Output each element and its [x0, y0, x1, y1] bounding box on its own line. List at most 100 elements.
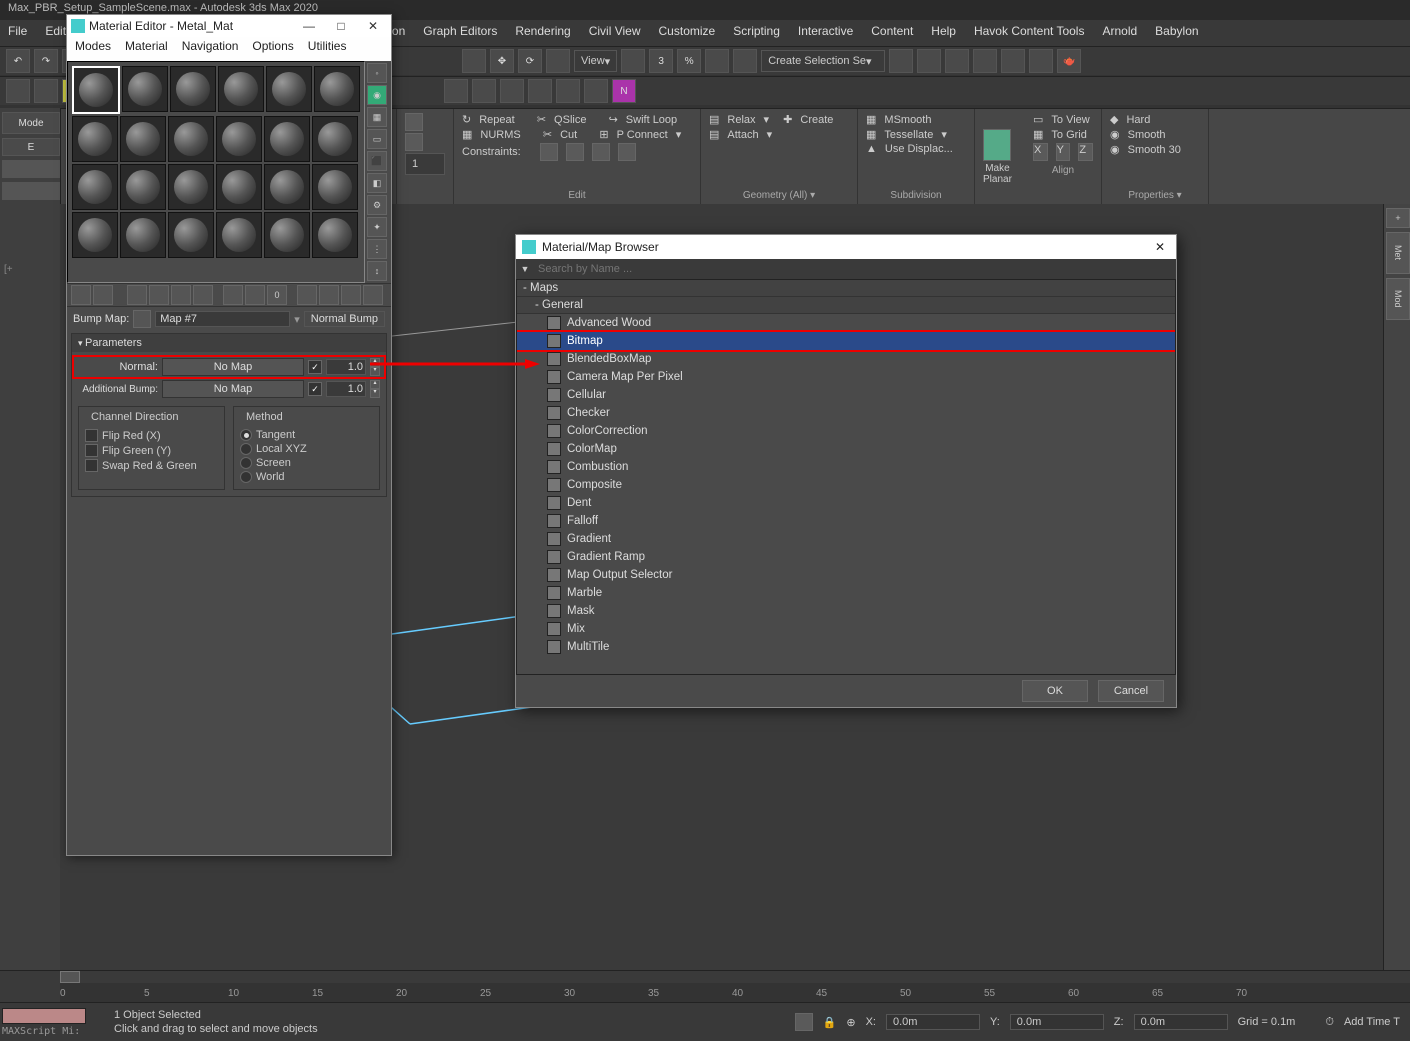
rib-spinner[interactable]: 1	[405, 153, 445, 175]
menu-customize[interactable]: Customize	[659, 24, 716, 46]
rib-msmooth[interactable]: MSmooth	[884, 114, 931, 126]
coord-icon[interactable]: ⊕	[846, 1016, 855, 1029]
menu-scripting[interactable]: Scripting	[733, 24, 780, 46]
scale-button[interactable]	[546, 49, 570, 73]
undo-button[interactable]: ↶	[6, 49, 30, 73]
mt-assign[interactable]	[127, 285, 147, 305]
sr-btn-3[interactable]: ▦	[367, 107, 387, 127]
minimize-button[interactable]: —	[295, 19, 323, 33]
flip-red-checkbox[interactable]	[85, 429, 98, 442]
mt-show[interactable]	[245, 285, 265, 305]
cat-maps[interactable]: Maps	[517, 280, 1175, 297]
sample-slot[interactable]	[72, 66, 120, 114]
isolate-icon[interactable]	[795, 1013, 813, 1031]
redo-button[interactable]: ↷	[34, 49, 58, 73]
rib-qslice[interactable]: QSlice	[554, 114, 586, 126]
rib-smooth30[interactable]: Smooth 30	[1128, 144, 1181, 156]
menu-civilview[interactable]: Civil View	[589, 24, 641, 46]
close-button[interactable]: ✕	[359, 19, 387, 33]
align-button[interactable]	[733, 49, 757, 73]
map-item-cellular[interactable]: Cellular	[517, 386, 1175, 404]
menu-arnold[interactable]: Arnold	[1102, 24, 1137, 46]
map-item-map-output-selector[interactable]: Map Output Selector	[517, 566, 1175, 584]
rib-btn[interactable]	[405, 133, 423, 151]
sr-btn-7[interactable]: ⚙	[367, 195, 387, 215]
mt-make[interactable]	[223, 285, 243, 305]
sample-slot[interactable]	[216, 212, 262, 258]
normal-spinner-buttons[interactable]: ▴▾	[370, 358, 380, 376]
menu-babylon[interactable]: Babylon	[1155, 24, 1198, 46]
mt-nav1[interactable]	[297, 285, 317, 305]
map-item-marble[interactable]: Marble	[517, 584, 1175, 602]
curve-editor-button[interactable]	[945, 49, 969, 73]
addbump-spinner-buttons[interactable]: ▴▾	[370, 380, 380, 398]
rib-con-2[interactable]	[566, 143, 584, 161]
time-ruler[interactable]: 0510152025303540455055606570	[60, 983, 1410, 1003]
subcat-general[interactable]: General	[517, 297, 1175, 314]
rib-con-1[interactable]	[540, 143, 558, 161]
map-type-button[interactable]: Normal Bump	[304, 311, 385, 327]
selection-set-dropdown[interactable]: Create Selection Se ▾	[761, 50, 885, 72]
rc-met[interactable]: Met	[1386, 232, 1410, 274]
refcoord-dropdown[interactable]: View ▾	[574, 50, 617, 72]
rib-toview[interactable]: To View	[1051, 114, 1089, 126]
sr-btn-10[interactable]: ↕	[367, 261, 387, 281]
axis-z[interactable]: Z	[1078, 143, 1093, 161]
select-button[interactable]	[462, 49, 486, 73]
rib-con-3[interactable]	[592, 143, 610, 161]
rib-displace[interactable]: Use Displac...	[885, 143, 953, 155]
coord-x[interactable]: 0.0m	[886, 1014, 980, 1030]
rc-plus[interactable]: +	[1386, 208, 1410, 228]
layer-button[interactable]	[917, 49, 941, 73]
sample-slot[interactable]	[168, 164, 214, 210]
sr-btn-9[interactable]: ⋮	[367, 239, 387, 259]
left-tab-sub2[interactable]	[2, 182, 60, 200]
time-slider[interactable]	[60, 971, 80, 983]
make-planar-icon[interactable]	[983, 129, 1011, 161]
angle-snap-button[interactable]: 3	[649, 49, 673, 73]
axis-x[interactable]: X	[1033, 143, 1048, 161]
addbump-map-button[interactable]: No Map	[162, 380, 304, 398]
sample-slot[interactable]	[168, 116, 214, 162]
method-world-radio[interactable]	[240, 471, 252, 483]
snap-button[interactable]	[621, 49, 645, 73]
menu-grapheditors[interactable]: Graph Editors	[423, 24, 497, 46]
ok-button[interactable]: OK	[1022, 680, 1088, 702]
mt-put[interactable]	[93, 285, 113, 305]
flip-green-checkbox[interactable]	[85, 444, 98, 457]
search-input[interactable]	[534, 261, 1176, 277]
mt-reset[interactable]	[149, 285, 169, 305]
map-item-gradient[interactable]: Gradient	[517, 530, 1175, 548]
sr-btn-1[interactable]: ◦	[367, 63, 387, 83]
mirror-tool-button[interactable]	[889, 49, 913, 73]
rib-btn[interactable]	[405, 113, 423, 131]
render-button[interactable]: 🫖	[1057, 49, 1081, 73]
sample-slot[interactable]	[120, 116, 166, 162]
method-tangent-radio[interactable]	[240, 429, 252, 441]
schematic-button[interactable]	[973, 49, 997, 73]
pick-map-button[interactable]	[133, 310, 151, 328]
rib-relax[interactable]: Relax	[727, 114, 755, 126]
status-color-swatch[interactable]	[2, 1008, 86, 1024]
method-screen-radio[interactable]	[240, 457, 252, 469]
map-item-falloff[interactable]: Falloff	[517, 512, 1175, 530]
map-item-multitile[interactable]: MultiTile	[517, 638, 1175, 656]
sample-slot[interactable]	[264, 212, 310, 258]
sample-slot[interactable]	[216, 164, 262, 210]
add-time-tag[interactable]: Add Time T	[1344, 1016, 1400, 1028]
map-browser-tree[interactable]: Maps General Advanced WoodBitmapBlendedB…	[516, 279, 1176, 675]
rib-attach[interactable]: Attach	[727, 129, 758, 141]
maximize-button[interactable]: □	[327, 19, 355, 33]
swap-rg-checkbox[interactable]	[85, 459, 98, 472]
rib-swiftloop[interactable]: Swift Loop	[626, 114, 677, 126]
map-item-bitmap[interactable]: Bitmap	[517, 332, 1175, 350]
rib-pconnect[interactable]: P Connect	[617, 129, 668, 141]
mat-menu-options[interactable]: Options	[252, 39, 293, 59]
tb2-btn-9[interactable]: N	[612, 79, 636, 103]
sr-btn-4[interactable]: ▭	[367, 129, 387, 149]
tb2-btn-6[interactable]	[528, 79, 552, 103]
normal-map-button[interactable]: No Map	[162, 358, 304, 376]
menu-file[interactable]: File	[8, 24, 27, 46]
addbump-spinner[interactable]: 1.0	[326, 381, 366, 397]
sample-slot[interactable]	[264, 164, 310, 210]
